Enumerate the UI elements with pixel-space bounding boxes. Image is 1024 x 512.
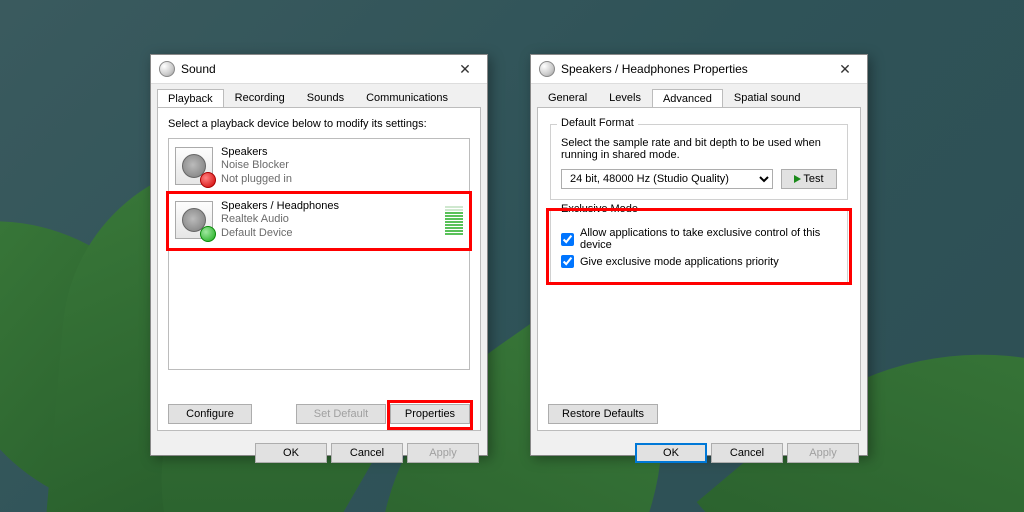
desktop-background: Sound ✕ Playback Recording Sounds Commun…	[0, 0, 1024, 512]
playback-instruction: Select a playback device below to modify…	[168, 118, 470, 130]
tab-communications[interactable]: Communications	[355, 88, 459, 107]
sample-format-select[interactable]: 24 bit, 48000 Hz (Studio Quality)	[561, 169, 773, 189]
play-icon	[794, 175, 801, 183]
cancel-button[interactable]: Cancel	[331, 443, 403, 463]
configure-button[interactable]: Configure	[168, 404, 252, 424]
dialog-buttons: OK Cancel Apply	[151, 437, 487, 471]
exclusive-mode-group: Exclusive Mode Allow applications to tak…	[550, 210, 848, 283]
dialog-title: Speakers / Headphones Properties	[561, 62, 831, 76]
sound-dialog: Sound ✕ Playback Recording Sounds Commun…	[150, 54, 488, 456]
tab-general[interactable]: General	[537, 88, 598, 107]
device-row[interactable]: Speakers Noise Blocker Not plugged in	[169, 139, 469, 193]
sound-icon	[159, 61, 175, 77]
titlebar[interactable]: Sound ✕	[151, 55, 487, 84]
group-legend: Default Format	[557, 117, 638, 129]
test-button[interactable]: Test	[781, 169, 837, 189]
tab-spatial-sound[interactable]: Spatial sound	[723, 88, 812, 107]
apply-button[interactable]: Apply	[787, 443, 859, 463]
cancel-button[interactable]: Cancel	[711, 443, 783, 463]
device-list[interactable]: Speakers Noise Blocker Not plugged in Sp…	[168, 138, 470, 370]
device-text: Speakers / Headphones Realtek Audio Defa…	[221, 200, 437, 240]
dialog-title: Sound	[181, 62, 451, 76]
dialog-buttons: OK Cancel Apply	[531, 437, 867, 471]
unplugged-badge-icon	[200, 172, 216, 188]
ok-button[interactable]: OK	[635, 443, 707, 463]
apply-button[interactable]: Apply	[407, 443, 479, 463]
speaker-icon	[539, 61, 555, 77]
titlebar[interactable]: Speakers / Headphones Properties ✕	[531, 55, 867, 84]
restore-defaults-row: Restore Defaults	[548, 404, 658, 424]
speakers-properties-dialog: Speakers / Headphones Properties ✕ Gener…	[530, 54, 868, 456]
ok-button[interactable]: OK	[255, 443, 327, 463]
device-row-selected[interactable]: Speakers / Headphones Realtek Audio Defa…	[169, 193, 469, 247]
properties-button[interactable]: Properties	[390, 404, 470, 424]
close-icon[interactable]: ✕	[451, 61, 479, 78]
checkbox[interactable]	[561, 233, 574, 246]
tab-sounds[interactable]: Sounds	[296, 88, 355, 107]
speaker-icon	[175, 147, 213, 185]
set-default-button[interactable]: Set Default	[296, 404, 386, 424]
exclusive-control-checkbox[interactable]: Allow applications to take exclusive con…	[561, 227, 837, 251]
level-meter-icon	[445, 206, 463, 235]
device-buttons: Configure Set Default Properties	[168, 404, 470, 424]
group-legend: Exclusive Mode	[557, 203, 642, 215]
device-text: Speakers Noise Blocker Not plugged in	[221, 146, 463, 186]
tab-levels[interactable]: Levels	[598, 88, 652, 107]
tab-advanced-page: Default Format Select the sample rate an…	[537, 107, 861, 431]
tabstrip: General Levels Advanced Spatial sound	[531, 84, 867, 107]
tab-recording[interactable]: Recording	[224, 88, 296, 107]
default-format-desc: Select the sample rate and bit depth to …	[561, 137, 837, 161]
close-icon[interactable]: ✕	[831, 61, 859, 78]
restore-defaults-button[interactable]: Restore Defaults	[548, 404, 658, 424]
tab-playback[interactable]: Playback	[157, 89, 224, 108]
default-badge-icon	[200, 226, 216, 242]
default-format-group: Default Format Select the sample rate an…	[550, 124, 848, 200]
tabstrip: Playback Recording Sounds Communications	[151, 84, 487, 107]
checkbox[interactable]	[561, 255, 574, 268]
exclusive-priority-checkbox[interactable]: Give exclusive mode applications priorit…	[561, 255, 837, 268]
tab-playback-page: Select a playback device below to modify…	[157, 107, 481, 431]
speaker-icon	[175, 201, 213, 239]
tab-advanced[interactable]: Advanced	[652, 89, 723, 108]
